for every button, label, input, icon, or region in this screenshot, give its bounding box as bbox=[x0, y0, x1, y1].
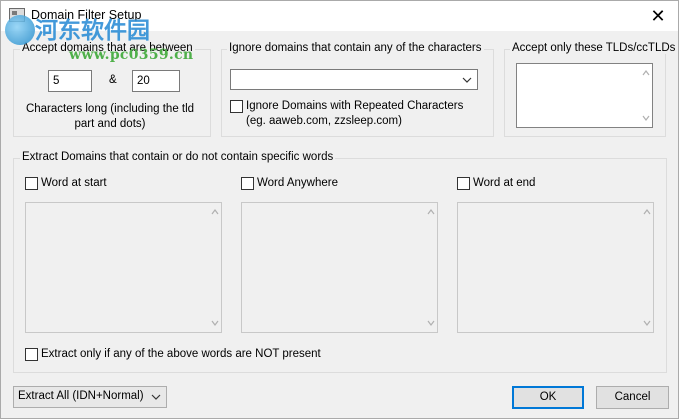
ignore-chars-group-label: Ignore domains that contain any of the c… bbox=[227, 42, 484, 54]
word-anywhere-label: Word Anywhere bbox=[257, 177, 338, 189]
chevron-down-icon bbox=[151, 394, 161, 400]
not-present-label: Extract only if any of the above words a… bbox=[41, 348, 321, 360]
word-anywhere-list[interactable] bbox=[241, 202, 438, 333]
word-anywhere-checkbox[interactable] bbox=[241, 177, 254, 190]
repeated-chars-checkbox[interactable] bbox=[230, 100, 243, 113]
word-at-start-checkbox[interactable] bbox=[25, 177, 38, 190]
length-group-label: Accept domains that are between bbox=[20, 42, 195, 54]
tld-textarea[interactable] bbox=[516, 63, 653, 128]
scroll-down-arrow-icon[interactable] bbox=[211, 319, 219, 327]
close-icon[interactable]: ✕ bbox=[638, 1, 678, 31]
ignore-chars-combo[interactable] bbox=[230, 69, 478, 90]
word-at-start-label: Word at start bbox=[41, 177, 107, 189]
window-title: Domain Filter Setup bbox=[31, 8, 142, 22]
repeated-chars-label: Ignore Domains with Repeated Characters … bbox=[246, 100, 464, 127]
extract-mode-combo[interactable]: Extract All (IDN+Normal) bbox=[13, 386, 167, 408]
word-at-end-checkbox[interactable] bbox=[457, 177, 470, 190]
tld-group-label: Accept only these TLDs/ccTLDs bbox=[510, 42, 678, 54]
scroll-up-arrow-icon[interactable] bbox=[211, 208, 219, 216]
title-bar[interactable]: Domain Filter Setup ✕ bbox=[1, 1, 678, 31]
scroll-down-arrow-icon[interactable] bbox=[642, 114, 650, 122]
scroll-down-arrow-icon[interactable] bbox=[427, 319, 435, 327]
chevron-down-icon bbox=[462, 77, 472, 83]
not-present-checkbox[interactable] bbox=[25, 348, 38, 361]
words-group-label: Extract Domains that contain or do not c… bbox=[20, 151, 336, 163]
length-note: Characters long (including the tld part … bbox=[25, 103, 195, 130]
range-separator: & bbox=[109, 74, 117, 86]
scroll-up-arrow-icon[interactable] bbox=[643, 208, 651, 216]
word-at-end-list[interactable] bbox=[457, 202, 654, 333]
dialog-window: Domain Filter Setup ✕ Accept domains tha… bbox=[0, 0, 679, 419]
word-at-end-label: Word at end bbox=[473, 177, 536, 189]
scroll-down-arrow-icon[interactable] bbox=[643, 319, 651, 327]
extract-mode-value: Extract All (IDN+Normal) bbox=[18, 390, 144, 402]
app-icon bbox=[9, 8, 25, 22]
min-length-input[interactable]: 5 bbox=[48, 70, 92, 92]
scroll-up-arrow-icon[interactable] bbox=[427, 208, 435, 216]
word-at-start-list[interactable] bbox=[25, 202, 222, 333]
max-length-input[interactable]: 20 bbox=[132, 70, 180, 92]
ok-button[interactable]: OK bbox=[512, 386, 584, 409]
scroll-up-arrow-icon[interactable] bbox=[642, 69, 650, 77]
cancel-button[interactable]: Cancel bbox=[596, 386, 669, 409]
